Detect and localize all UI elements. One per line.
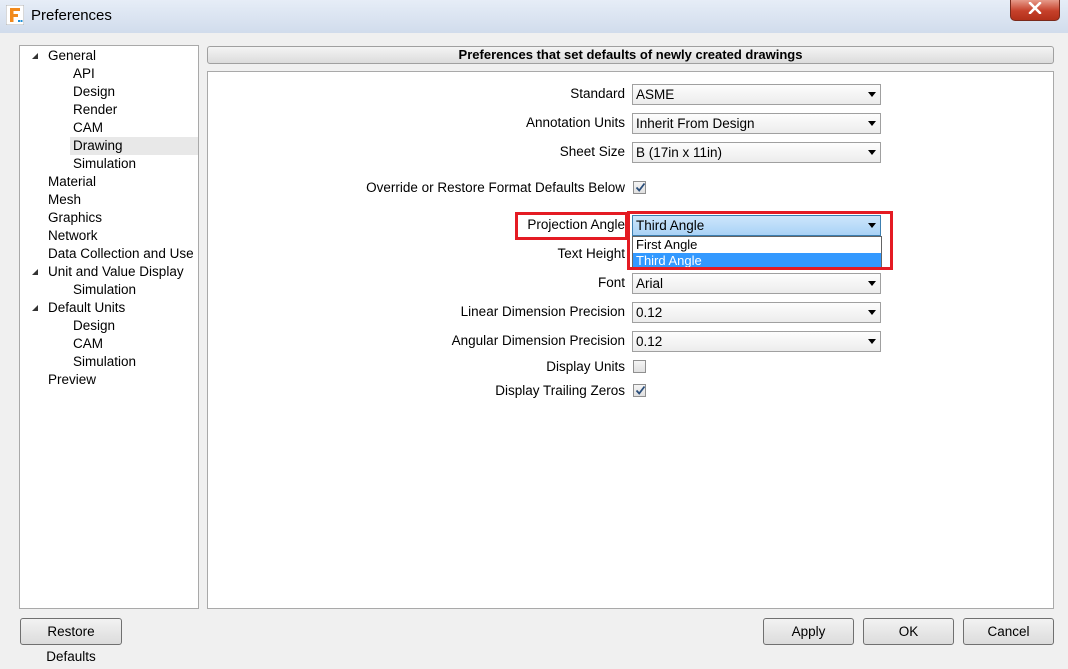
annotation-units-value: Inherit From Design bbox=[636, 116, 755, 131]
tree-item-api[interactable]: API bbox=[73, 65, 95, 83]
tree-label: Design bbox=[73, 318, 116, 333]
tree-item-render[interactable]: Render bbox=[73, 101, 117, 119]
override-checkbox[interactable] bbox=[633, 181, 646, 194]
tree-item-simulation[interactable]: Simulation bbox=[73, 155, 136, 173]
tree-item-design[interactable]: Design bbox=[73, 83, 115, 101]
tree-label: Default Units bbox=[48, 300, 126, 315]
linear-precision-label: Linear Dimension Precision bbox=[460, 304, 625, 319]
tree-label: CAM bbox=[73, 120, 103, 135]
chevron-down-icon bbox=[868, 281, 876, 286]
tree-label: Unit and Value Display bbox=[48, 264, 184, 279]
tree-label: Mesh bbox=[48, 192, 82, 207]
font-label: Font bbox=[597, 275, 625, 290]
trailing-zeros-label: Display Trailing Zeros bbox=[495, 383, 625, 398]
linear-precision-value: 0.12 bbox=[636, 305, 663, 320]
fusion-app-icon bbox=[5, 4, 25, 26]
title-bar: Preferences bbox=[0, 0, 1068, 33]
tree-label: Simulation bbox=[73, 156, 137, 171]
font-dropdown[interactable]: Arial bbox=[632, 273, 881, 294]
projection-angle-dropdown[interactable]: Third Angle bbox=[632, 215, 881, 236]
font-value: Arial bbox=[636, 276, 664, 291]
checkmark-icon bbox=[635, 385, 646, 395]
tree-label: API bbox=[73, 66, 95, 81]
cancel-button[interactable]: Cancel bbox=[963, 618, 1054, 645]
tree-item-default-units[interactable]: Default Units bbox=[20, 299, 198, 317]
tree-label: Simulation bbox=[73, 354, 137, 369]
standard-dropdown[interactable]: ASME bbox=[632, 84, 881, 105]
ok-button[interactable]: OK bbox=[863, 618, 954, 645]
tree-item-material[interactable]: Material bbox=[48, 173, 96, 191]
display-units-checkbox[interactable] bbox=[633, 360, 646, 373]
tree-label: Material bbox=[48, 174, 97, 189]
tree-label: Graphics bbox=[48, 210, 103, 225]
tree-label: Simulation bbox=[73, 282, 137, 297]
apply-button[interactable]: Apply bbox=[763, 618, 854, 645]
sheet-size-label: Sheet Size bbox=[559, 144, 625, 159]
override-label: Override or Restore Format Defaults Belo… bbox=[366, 180, 625, 195]
tree-item-units-simulation[interactable]: Simulation bbox=[73, 353, 136, 371]
option-first-angle[interactable]: First Angle bbox=[633, 237, 881, 252]
sheet-size-value: B (17in x 11in) bbox=[636, 145, 723, 160]
standard-value: ASME bbox=[636, 87, 675, 102]
tree-label: Preview bbox=[48, 372, 97, 387]
tree-label: CAM bbox=[73, 336, 103, 351]
expanded-arrow-icon[interactable] bbox=[30, 263, 40, 281]
tree-item-preview[interactable]: Preview bbox=[48, 371, 96, 389]
annotation-units-label: Annotation Units bbox=[525, 115, 625, 130]
tree-item-data-collection[interactable]: Data Collection and Use bbox=[48, 245, 194, 263]
chevron-down-icon bbox=[868, 223, 876, 228]
tree-item-network[interactable]: Network bbox=[48, 227, 98, 245]
chevron-down-icon bbox=[868, 121, 876, 126]
annotation-units-dropdown[interactable]: Inherit From Design bbox=[632, 113, 881, 134]
expanded-arrow-icon[interactable] bbox=[30, 47, 40, 65]
tree-label: Render bbox=[73, 102, 118, 117]
text-height-label: Text Height bbox=[557, 246, 625, 261]
sheet-size-dropdown[interactable]: B (17in x 11in) bbox=[632, 142, 881, 163]
option-third-angle[interactable]: Third Angle bbox=[633, 253, 881, 268]
tree-item-units-design[interactable]: Design bbox=[73, 317, 115, 335]
restore-defaults-button[interactable]: Restore Defaults bbox=[20, 618, 122, 664]
tree-item-general[interactable]: General bbox=[20, 47, 198, 65]
tree-label: Design bbox=[73, 84, 116, 99]
close-icon bbox=[1028, 1, 1042, 18]
linear-precision-dropdown[interactable]: 0.12 bbox=[632, 302, 881, 323]
close-button[interactable] bbox=[1010, 0, 1060, 21]
window-title: Preferences bbox=[31, 7, 112, 24]
projection-angle-value: Third Angle bbox=[636, 218, 705, 233]
tree-label: Drawing bbox=[73, 138, 123, 153]
panel-header: Preferences that set defaults of newly c… bbox=[207, 46, 1054, 64]
chevron-down-icon bbox=[868, 150, 876, 155]
projection-angle-label: Projection Angle bbox=[527, 217, 625, 232]
angular-precision-label: Angular Dimension Precision bbox=[451, 333, 625, 348]
tree-label: General bbox=[48, 48, 97, 63]
tree-item-cam[interactable]: CAM bbox=[73, 119, 103, 137]
angular-precision-value: 0.12 bbox=[636, 334, 663, 349]
tree-label: Network bbox=[48, 228, 98, 243]
chevron-down-icon bbox=[868, 310, 876, 315]
tree-item-unit-value-display[interactable]: Unit and Value Display bbox=[20, 263, 198, 281]
checkmark-icon bbox=[635, 182, 646, 192]
chevron-down-icon bbox=[868, 339, 876, 344]
projection-angle-options[interactable]: First Angle Third Angle bbox=[632, 236, 882, 268]
chevron-down-icon bbox=[868, 92, 876, 97]
trailing-zeros-checkbox[interactable] bbox=[633, 384, 646, 397]
tree-item-drawing[interactable]: Drawing bbox=[70, 137, 198, 155]
tree-item-graphics[interactable]: Graphics bbox=[48, 209, 102, 227]
preferences-tree[interactable]: General API Design Render CAM Drawing Si… bbox=[19, 45, 199, 609]
tree-item-mesh[interactable]: Mesh bbox=[48, 191, 81, 209]
tree-item-units-cam[interactable]: CAM bbox=[73, 335, 103, 353]
standard-label: Standard bbox=[570, 86, 625, 101]
tree-item-unit-simulation[interactable]: Simulation bbox=[73, 281, 136, 299]
tree-label: Data Collection and Use bbox=[48, 246, 194, 261]
expanded-arrow-icon[interactable] bbox=[30, 299, 40, 317]
drawing-preferences-panel bbox=[207, 71, 1054, 609]
angular-precision-dropdown[interactable]: 0.12 bbox=[632, 331, 881, 352]
display-units-label: Display Units bbox=[546, 359, 625, 374]
